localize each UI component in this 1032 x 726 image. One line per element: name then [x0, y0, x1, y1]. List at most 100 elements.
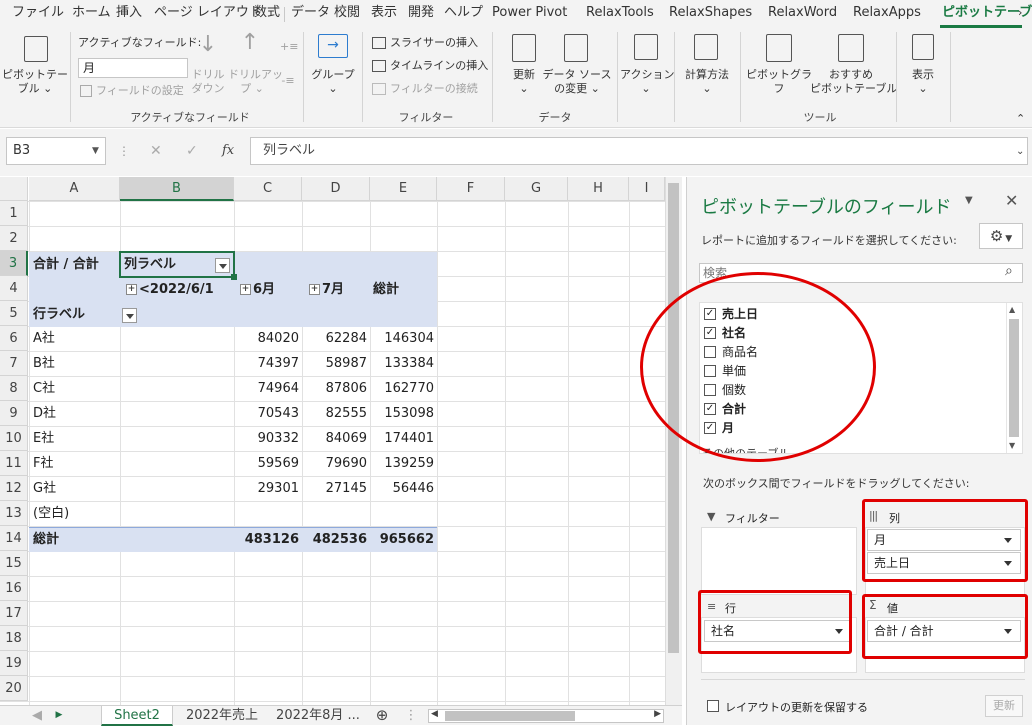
- row-header-5[interactable]: 5: [0, 301, 28, 326]
- change-data-source-button[interactable]: データ ソース の変更 ⌄: [540, 68, 614, 96]
- cancel-icon[interactable]: ✕: [150, 143, 162, 159]
- tab-relaxtools[interactable]: RelaxTools: [586, 0, 654, 28]
- insert-timeline-button[interactable]: タイムラインの挿入: [372, 59, 488, 73]
- column-header-B[interactable]: B: [120, 177, 234, 201]
- tab-data[interactable]: データ: [291, 0, 330, 28]
- row-header-14[interactable]: 14: [0, 526, 28, 551]
- close-icon[interactable]: ✕: [1005, 191, 1018, 210]
- pivot-chart-button[interactable]: ピボットグラフ: [744, 68, 814, 96]
- tab-page-layout[interactable]: ページ レイアウト: [154, 0, 262, 28]
- insert-slicer-button[interactable]: スライサーの挿入: [372, 36, 478, 50]
- column-header-A[interactable]: A: [29, 177, 120, 201]
- select-all-corner[interactable]: [0, 177, 28, 201]
- drilldown-button[interactable]: ドリル ダウン: [190, 68, 226, 96]
- gear-icon[interactable]: ⚙ ▼: [979, 223, 1023, 249]
- column-header-F[interactable]: F: [437, 177, 505, 201]
- field-settings-button[interactable]: フィールドの設定: [80, 84, 184, 98]
- column-labels-filter-button[interactable]: [215, 258, 230, 273]
- row-header-20[interactable]: 20: [0, 676, 28, 701]
- row-header-6[interactable]: 6: [0, 326, 28, 351]
- horizontal-scrollbar-thumb[interactable]: [445, 711, 575, 721]
- scroll-tabs-right-icon[interactable]: ▶: [52, 706, 66, 726]
- expand-icon[interactable]: +: [240, 284, 251, 295]
- active-field-input[interactable]: 月: [78, 58, 188, 78]
- sheet-tab-2022-aug[interactable]: 2022年8月 ...: [272, 706, 364, 726]
- sheet-tab-sheet2[interactable]: Sheet2: [101, 706, 173, 726]
- row-header-10[interactable]: 10: [0, 426, 28, 451]
- insert-function-icon[interactable]: fx: [222, 143, 234, 158]
- col-header-july[interactable]: +7月: [309, 277, 344, 302]
- action-button[interactable]: アクション ⌄: [620, 68, 674, 96]
- row-header-17[interactable]: 17: [0, 601, 28, 626]
- chevron-right-icon[interactable]: ›: [1018, 0, 1022, 28]
- field-list-scroll-down-icon[interactable]: ▼: [1009, 441, 1015, 450]
- drillup-button[interactable]: ドリルアッ プ ⌄: [228, 68, 283, 96]
- show-button[interactable]: 表示 ⌄: [900, 68, 946, 96]
- formula-input[interactable]: 列ラベル: [250, 137, 1028, 165]
- tab-help[interactable]: ヘルプ: [444, 0, 483, 28]
- column-header-H[interactable]: H: [568, 177, 629, 201]
- tab-split-grip-icon[interactable]: ⋮: [404, 706, 418, 726]
- tab-insert[interactable]: 挿入: [116, 0, 142, 28]
- name-box[interactable]: B3: [6, 137, 106, 165]
- row-header-11[interactable]: 11: [0, 451, 28, 476]
- column-header-E[interactable]: E: [370, 177, 437, 201]
- row-header-15[interactable]: 15: [0, 551, 28, 576]
- row-header-3[interactable]: 3: [0, 251, 28, 276]
- filter-connections-button[interactable]: フィルターの接続: [372, 82, 478, 96]
- expand-icon[interactable]: +: [126, 284, 137, 295]
- fill-handle[interactable]: [231, 274, 237, 280]
- row-header-2[interactable]: 2: [0, 226, 28, 251]
- row-header-19[interactable]: 19: [0, 651, 28, 676]
- scroll-left-icon[interactable]: ◀: [431, 709, 438, 719]
- col-header-before-june[interactable]: + <2022/6/1: [126, 277, 214, 302]
- column-labels-header[interactable]: 列ラベル: [124, 252, 176, 277]
- tab-home[interactable]: ホーム: [72, 0, 111, 28]
- add-sheet-icon[interactable]: ⊕: [372, 706, 392, 726]
- row-header-13[interactable]: 13: [0, 501, 28, 526]
- tab-relaxapps[interactable]: RelaxApps: [853, 0, 921, 28]
- name-box-dropdown-icon[interactable]: ▼: [92, 146, 99, 156]
- row-labels-header[interactable]: 行ラベル: [33, 302, 85, 327]
- row-header-8[interactable]: 8: [0, 376, 28, 401]
- defer-update-checkbox[interactable]: [707, 700, 719, 712]
- tab-relaxshapes[interactable]: RelaxShapes: [669, 0, 752, 28]
- expand-field-icon[interactable]: +≡: [280, 40, 298, 54]
- recommended-pivot-button[interactable]: おすすめ ピボットテーブル: [810, 68, 897, 96]
- horizontal-scrollbar[interactable]: ◀ ▶: [428, 709, 664, 723]
- row-header-4[interactable]: 4: [0, 276, 28, 301]
- tab-power-pivot[interactable]: Power Pivot: [492, 0, 567, 28]
- tab-review[interactable]: 校閲: [334, 0, 360, 28]
- scroll-right-icon[interactable]: ▶: [654, 709, 661, 719]
- pane-options-dropdown-icon[interactable]: ▼: [965, 195, 973, 206]
- row-header-16[interactable]: 16: [0, 576, 28, 601]
- row-header-18[interactable]: 18: [0, 626, 28, 651]
- update-button[interactable]: 更新: [985, 695, 1023, 717]
- tab-formulas[interactable]: 数式: [254, 0, 280, 28]
- column-header-D[interactable]: D: [302, 177, 370, 201]
- filter-drop-area[interactable]: [701, 527, 857, 595]
- tab-relaxword[interactable]: RelaxWord: [768, 0, 837, 28]
- calculations-button[interactable]: 計算方法 ⌄: [678, 68, 736, 96]
- row-header-12[interactable]: 12: [0, 476, 28, 501]
- row-labels-filter-button[interactable]: [121, 308, 137, 323]
- enter-icon[interactable]: ✓: [186, 143, 198, 159]
- pivot-table-button[interactable]: ピボットテー ブル ⌄: [2, 68, 68, 96]
- row-header-7[interactable]: 7: [0, 351, 28, 376]
- collapse-field-icon[interactable]: -≡: [280, 74, 296, 88]
- tab-file[interactable]: ファイル: [12, 0, 64, 28]
- field-list-scroll-up-icon[interactable]: ▲: [1009, 305, 1015, 314]
- column-header-G[interactable]: G: [505, 177, 568, 201]
- collapse-ribbon-icon[interactable]: ⌃: [1016, 112, 1025, 126]
- expand-formula-icon[interactable]: ⌄: [1016, 146, 1024, 157]
- tab-developer[interactable]: 開発: [408, 0, 434, 28]
- expand-icon[interactable]: +: [309, 284, 320, 295]
- col-header-june[interactable]: +6月: [240, 277, 275, 302]
- group-button[interactable]: グループ ⌄: [308, 68, 358, 96]
- column-header-C[interactable]: C: [234, 177, 302, 201]
- worksheet-grid[interactable]: ABCDEFGHI 1 2 3 4 5 6 7 8 9 10 11 12 13 14 15 16 17 18 19 2…: [0, 177, 682, 705]
- sheet-tab-2022-sales[interactable]: 2022年売上: [176, 706, 268, 726]
- tab-view[interactable]: 表示: [371, 0, 397, 28]
- field-list-scrollbar-thumb[interactable]: [1009, 319, 1019, 437]
- scroll-tabs-left-icon[interactable]: ◀: [30, 706, 44, 726]
